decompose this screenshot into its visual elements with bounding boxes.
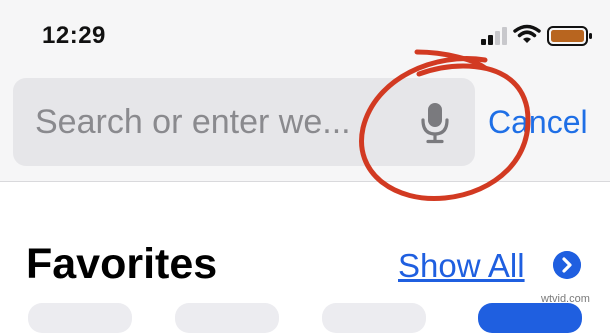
favorites-heading: Favorites	[26, 240, 218, 288]
cancel-button[interactable]: Cancel	[488, 104, 588, 141]
toolbar-divider	[0, 181, 610, 182]
favorite-tile[interactable]	[322, 303, 426, 333]
search-input[interactable]: Search or enter we...	[13, 78, 475, 166]
signal-icon	[481, 25, 511, 45]
favorite-tile[interactable]	[28, 303, 132, 333]
search-placeholder: Search or enter we...	[35, 103, 351, 141]
wifi-icon	[513, 24, 541, 43]
battery-icon	[547, 26, 592, 46]
microphone-icon[interactable]	[419, 102, 451, 144]
chevron-right-icon[interactable]	[553, 251, 581, 279]
watermark: wtvid.com	[541, 293, 590, 305]
favorite-tile[interactable]	[175, 303, 279, 333]
status-time: 12:29	[42, 22, 106, 49]
favorite-tile[interactable]	[478, 303, 582, 333]
show-all-link[interactable]: Show All	[398, 247, 525, 285]
